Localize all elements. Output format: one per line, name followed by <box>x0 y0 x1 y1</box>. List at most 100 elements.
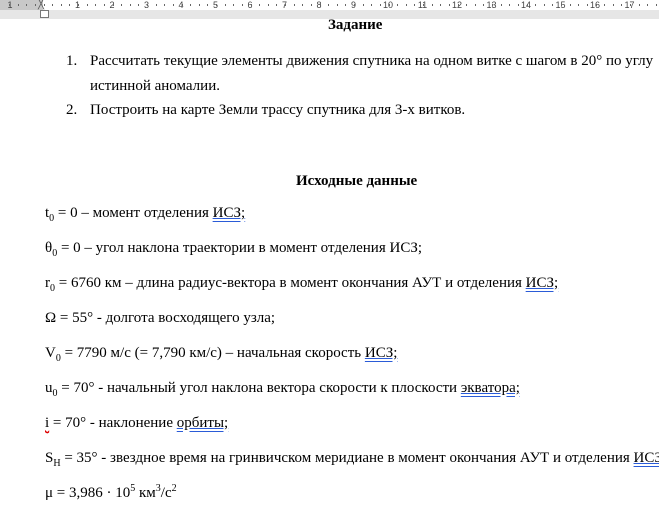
param-sh: SH = 35° - звездное время на гринвичском… <box>45 449 659 469</box>
text: = 70° - начальный угол наклона вектора с… <box>57 380 461 396</box>
ruler-tick <box>216 4 217 6</box>
left-indent-marker[interactable] <box>40 10 49 18</box>
superscript: 2 <box>171 483 177 494</box>
ruler-tick <box>164 4 166 6</box>
ruler-tick <box>379 4 381 6</box>
ruler-tick <box>457 4 459 6</box>
ruler-tick <box>129 4 131 6</box>
grammar-underline[interactable]: экватора; <box>461 380 520 396</box>
ruler-tick <box>181 4 183 6</box>
ruler-tick <box>121 4 123 6</box>
ruler-tick <box>362 4 364 6</box>
ruler-tick <box>86 4 88 6</box>
ruler-tick <box>595 4 597 6</box>
ruler-tick <box>517 4 519 6</box>
ruler-tick <box>250 4 252 6</box>
ruler-tick <box>483 4 485 6</box>
ruler-tick <box>578 4 580 6</box>
grammar-underline[interactable]: ИСЗ; <box>634 450 659 466</box>
ruler-tick <box>112 4 114 6</box>
ruler-tick <box>60 4 62 6</box>
list-number: 2. <box>66 102 78 118</box>
unit: /с <box>160 485 172 501</box>
ruler-tick <box>561 4 562 6</box>
ruler-tick <box>397 4 399 6</box>
ruler-tick <box>95 4 97 6</box>
ruler-tick <box>612 4 614 6</box>
ruler-tick <box>224 4 226 6</box>
ruler-tick <box>233 4 235 6</box>
ruler-tick <box>371 4 373 6</box>
ruler-tick <box>310 4 312 6</box>
ruler-tick <box>354 4 355 6</box>
ruler-tick <box>552 4 554 6</box>
ruler-tick <box>336 4 338 6</box>
ruler-tick <box>172 4 174 6</box>
ruler-tick <box>259 4 261 6</box>
ruler-tick <box>569 4 571 6</box>
horizontal-ruler[interactable]: 1 1234567891011121314151617 ╳ <box>0 0 659 10</box>
ruler-tick <box>190 4 192 6</box>
initial-data-title: Исходные данные <box>296 173 418 189</box>
subscript: H <box>53 458 61 469</box>
param-r0: r0 = 6760 км – длина радиус-вектора в мо… <box>45 274 559 294</box>
text: = 0 – момент отделения <box>54 205 213 221</box>
ruler-tick <box>509 4 511 6</box>
ruler-left-margin <box>0 0 43 10</box>
ruler-tick <box>345 4 347 6</box>
ruler-tick <box>147 4 148 6</box>
task-title: Задание <box>328 17 383 33</box>
list-item-2: Построить на карте Земли трассу спутника… <box>90 102 466 118</box>
ruler-tick <box>388 4 390 6</box>
ruler-tick <box>17 4 19 6</box>
ruler-tick <box>535 4 537 6</box>
param-t0: t0 = 0 – момент отделения ИСЗ; <box>45 204 246 224</box>
ruler-tick <box>52 4 54 6</box>
param-i: i = 70° - наклонение орбиты; <box>45 414 228 432</box>
ruler-tick <box>285 4 286 6</box>
ruler-tick <box>26 4 28 6</box>
text: = 35° - звездное время на гринвичском ме… <box>60 450 634 466</box>
text: = 7790 м/с (= 7,790 км/с) – начальная ск… <box>60 345 365 361</box>
ruler-tick <box>466 4 468 6</box>
ruler-tick <box>526 4 528 6</box>
text: μ = 3,986 · 10 <box>45 485 131 501</box>
ruler-tick <box>302 4 304 6</box>
list-number: 1. <box>66 53 78 69</box>
grammar-underline[interactable]: ИСЗ; <box>526 275 559 291</box>
ruler-tick <box>207 4 209 6</box>
text: = 70° - наклонение <box>49 415 177 431</box>
ruler-tick <box>69 4 71 6</box>
ruler-tick <box>543 4 545 6</box>
ruler-tick <box>34 4 36 6</box>
ruler-tick <box>138 4 140 6</box>
ruler-tick <box>155 4 157 6</box>
param-mu: μ = 3,986 · 105 км3/с2 <box>45 484 177 502</box>
ruler-tick <box>492 4 493 6</box>
ruler-tick <box>103 4 105 6</box>
first-line-indent-marker[interactable]: ╳ <box>38 0 44 10</box>
ruler-tick <box>319 4 321 6</box>
ruler-tick <box>474 4 476 6</box>
param-v0: V0 = 7790 м/с (= 7,790 км/с) – начальная… <box>45 344 398 364</box>
ruler-tick <box>638 4 640 6</box>
grammar-underline[interactable]: орбиты; <box>177 415 228 431</box>
ruler-tick <box>198 4 200 6</box>
ruler-tick <box>241 4 243 6</box>
ruler-tick <box>328 4 330 6</box>
list-item-1-line-2: истинной аномалии. <box>90 78 220 94</box>
ruler-tick <box>586 4 588 6</box>
text: = 6760 км – длина радиус-вектора в момен… <box>55 275 526 291</box>
ruler-tick <box>448 4 450 6</box>
grammar-underline[interactable]: ИСЗ; <box>365 345 398 361</box>
unit: км <box>135 485 156 501</box>
ruler-tick <box>630 4 631 6</box>
ruler-tick <box>267 4 269 6</box>
ruler-tick <box>293 4 295 6</box>
ruler-tick <box>78 4 79 6</box>
ruler-tick <box>423 4 424 6</box>
ruler-tick <box>431 4 433 6</box>
ruler-tick <box>655 4 657 6</box>
text: = 0 – угол наклона траектории в момент о… <box>57 240 422 256</box>
grammar-underline[interactable]: ИСЗ; <box>213 205 246 221</box>
